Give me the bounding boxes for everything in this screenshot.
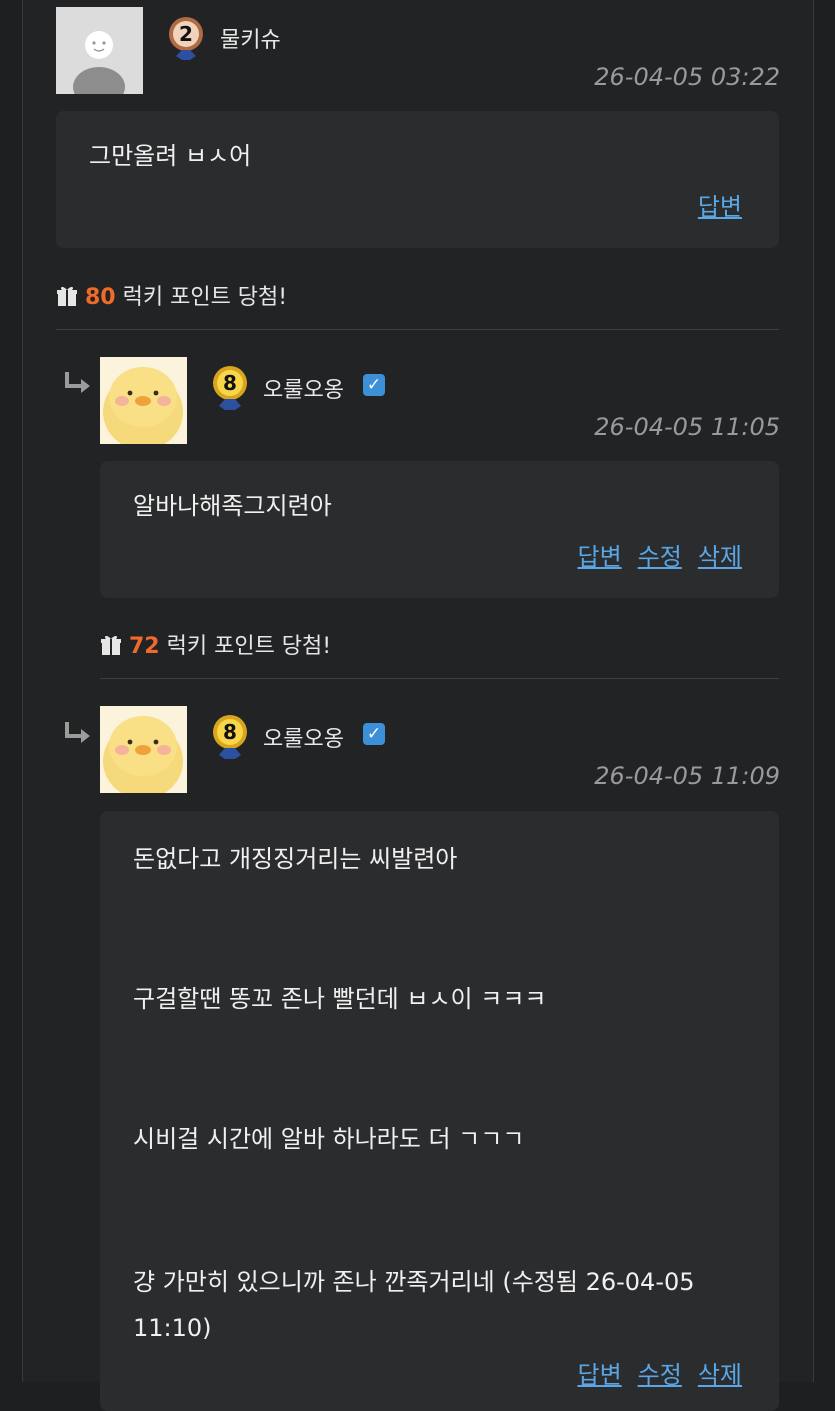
reply-link[interactable]: 답변	[577, 1361, 621, 1389]
comment-paragraph: 구걸할땐 똥꼬 존나 빨던데 ㅂㅅ이 ㅋㅋㅋ	[133, 985, 547, 1013]
comment-actions: 답변 수정 삭제	[561, 1355, 742, 1390]
avatar[interactable]	[100, 706, 187, 793]
level-badge-icon: 8	[212, 713, 247, 759]
verified-check-icon: ✓	[363, 723, 385, 745]
reply-comment: 8 오룰오옹 ✓ 26-04-05 11:09 돈없다고 개징징거리는 씨발련아…	[0, 0, 835, 1411]
comment-paragraph: 시비걸 시간에 알바 하나라도 더 ㄱㄱㄱ	[133, 1125, 525, 1153]
edit-link[interactable]: 수정	[638, 1361, 682, 1389]
comment-paragraph: 걍 가만히 있으니까 존나 깐족거리네 (수정됨 26-04-05 11:10)	[133, 1268, 695, 1342]
comment-bubble: 돈없다고 개징징거리는 씨발련아 구걸할땐 똥꼬 존나 빨던데 ㅂㅅ이 ㅋㅋㅋ …	[100, 811, 779, 1411]
svg-text:8: 8	[223, 720, 237, 744]
reply-arrow-icon	[63, 720, 93, 746]
comment-paragraph: 돈없다고 개징징거리는 씨발련아	[133, 845, 458, 873]
delete-link[interactable]: 삭제	[698, 1361, 742, 1389]
username[interactable]: 오룰오옹	[263, 721, 344, 753]
timestamp: 26-04-05 11:09	[594, 762, 780, 790]
